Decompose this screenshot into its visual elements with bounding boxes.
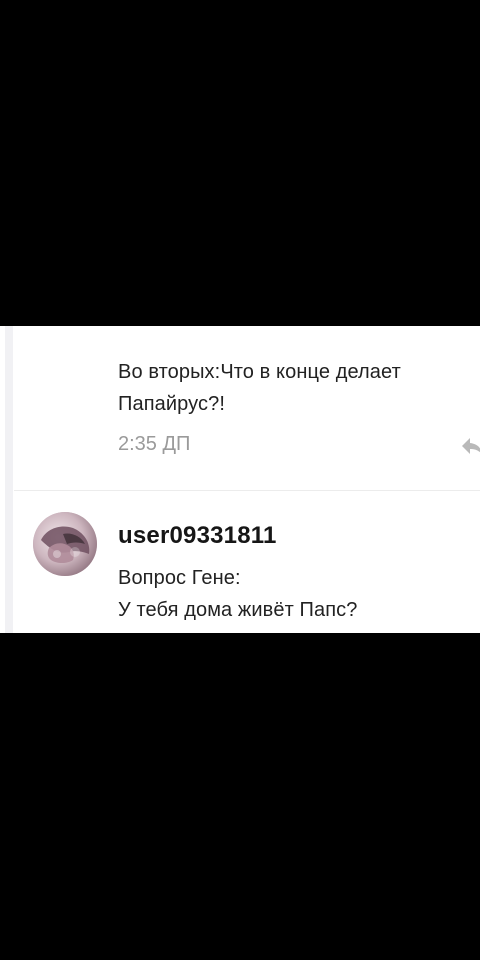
comment-1-line-1: Во вторых:Что в конце делает: [118, 361, 401, 383]
comment-2-body: Вопрос Гене: У тебя дома живёт Папс?: [118, 562, 468, 626]
thread-rail: [0, 326, 14, 633]
reply-arrow-icon[interactable]: [460, 436, 480, 456]
comment-1-timestamp: 2:35 ДП: [118, 433, 191, 455]
comment-divider: [14, 490, 480, 491]
comment-2-line-2: У тебя дома живёт Папс?: [118, 599, 358, 621]
comments-panel: Во вторых:Что в конце делает Папайрус?! …: [0, 326, 480, 633]
thread-rail-line: [5, 326, 13, 633]
comment-1-line-2: Папайрус?!: [118, 393, 225, 415]
user-avatar[interactable]: [33, 512, 97, 576]
comment-2-username[interactable]: user09331811: [118, 522, 277, 550]
screen-frame: Во вторых:Что в конце делает Папайрус?! …: [0, 0, 480, 960]
comment-1-body: Во вторых:Что в конце делает Папайрус?!: [118, 356, 468, 420]
comment-2-line-1: Вопрос Гене:: [118, 567, 241, 589]
